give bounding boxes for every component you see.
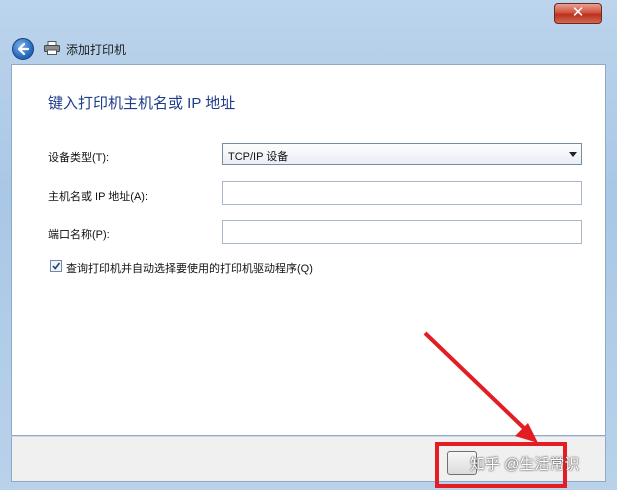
red-annotation-arrow [423,331,538,443]
dialog-window-frame: ✕ 添加打印机 键入打印机主机名或 IP 地址 设备类型(T): TCP/IP … [0,0,617,490]
watermark-text: 知乎 @生活常识 [470,456,580,473]
